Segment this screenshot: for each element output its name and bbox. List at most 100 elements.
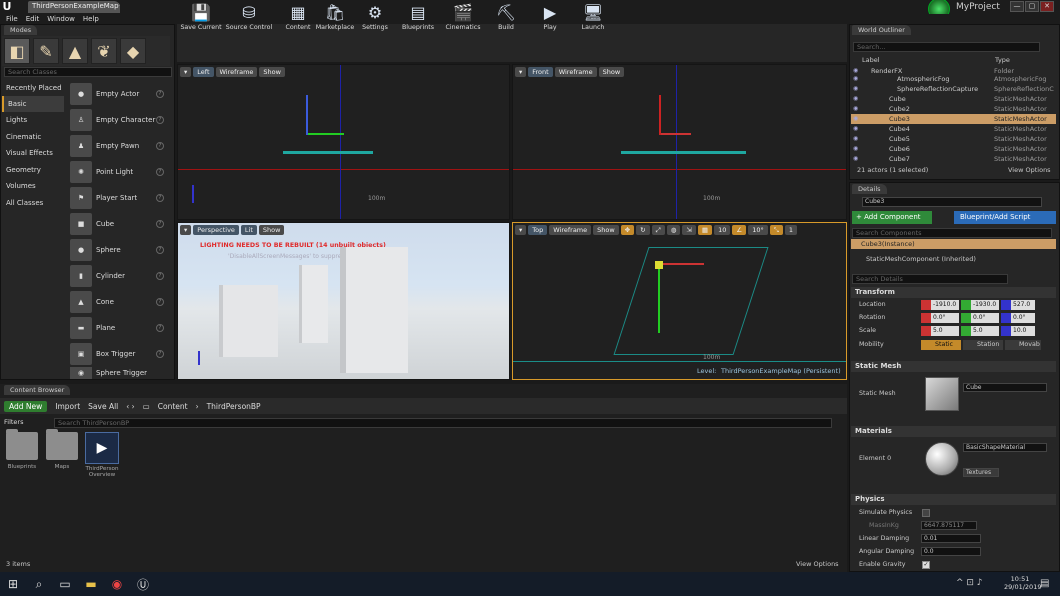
viewport-menu-button[interactable]: ▾ — [515, 67, 527, 77]
world-outliner-tab[interactable]: World Outliner — [852, 25, 911, 35]
cube-mesh[interactable] — [346, 247, 408, 373]
eye-icon[interactable]: ◉ — [853, 74, 858, 84]
lit-button[interactable]: Lit — [240, 225, 257, 235]
place-item[interactable]: ▮ Cylinder? — [66, 263, 170, 289]
angular-damping-field[interactable]: 0.0 — [921, 547, 981, 556]
add-new-button[interactable]: Add New — [4, 400, 48, 412]
viewport-menu-button[interactable]: ▾ — [515, 225, 527, 235]
world-icon[interactable]: ◍ — [666, 225, 681, 235]
minimize-button[interactable]: — — [1010, 1, 1024, 12]
category-recently-placed[interactable]: Recently Placed — [2, 80, 64, 96]
close-button[interactable]: ✕ — [1040, 1, 1054, 12]
place-item[interactable]: ▲ Cone? — [66, 289, 170, 315]
eye-icon[interactable]: ◉ — [853, 144, 858, 154]
eye-icon[interactable]: ◉ — [853, 114, 858, 124]
viewport-left[interactable]: ▾ Left Wireframe Show 100m — [177, 64, 510, 220]
wireframe-button[interactable]: Wireframe — [549, 225, 592, 235]
geometry-mode-icon[interactable]: ◆ — [120, 38, 146, 64]
breadcrumb-thirdpersonbp[interactable]: ThirdPersonBP — [207, 402, 261, 411]
help-icon[interactable]: ? — [156, 272, 164, 280]
menu-file[interactable]: File — [6, 14, 18, 24]
menu-help[interactable]: Help — [83, 14, 99, 24]
blueprints-button[interactable]: ▤ Blueprints — [400, 2, 436, 36]
view-mode-button[interactable]: Perspective — [193, 225, 239, 235]
cube-mesh[interactable] — [302, 265, 328, 343]
outliner-row[interactable]: ◉ Cube StaticMeshActor — [851, 94, 1056, 104]
place-item[interactable]: ♟ Empty Pawn? — [66, 133, 170, 159]
viewport-perspective[interactable]: ▾ Perspective Lit Show LIGHTING NEEDS TO BE… — [177, 222, 510, 380]
translate-tool-icon[interactable]: ✥ — [620, 225, 635, 235]
simulate-physics-checkbox[interactable] — [922, 509, 930, 517]
show-button[interactable]: Show — [259, 67, 285, 77]
scale-tool-icon[interactable]: ⤢ — [651, 225, 665, 235]
materials-section[interactable]: Materials — [851, 426, 1056, 437]
search-classes-input[interactable]: Search Classes — [4, 67, 172, 77]
linear-damping-field[interactable]: 0.01 — [921, 534, 981, 543]
launch-button[interactable]: 🖥 Launch — [580, 2, 606, 36]
location-z[interactable]: 527.0 — [1001, 300, 1035, 310]
play-button[interactable]: ▶ Play — [538, 2, 562, 36]
view-options-button[interactable]: View Options — [796, 560, 839, 568]
scale-z[interactable]: 10.0 — [1001, 326, 1035, 336]
help-icon[interactable]: ? — [156, 116, 164, 124]
outliner-row[interactable]: ◉ Cube7 StaticMeshActor — [851, 154, 1056, 164]
content-browser-tab[interactable]: Content Browser — [4, 385, 71, 395]
import-button[interactable]: Import — [55, 402, 80, 411]
asset-map[interactable]: ▶ ThirdPerson Overview — [84, 432, 120, 478]
scale-snap-icon[interactable]: ⤡ — [769, 225, 783, 235]
enable-gravity-checkbox[interactable]: ✓ — [922, 561, 930, 569]
category-visual-effects[interactable]: Visual Effects — [2, 145, 64, 161]
filters-button[interactable]: Filters — [4, 418, 23, 426]
physics-section[interactable]: Physics — [851, 494, 1056, 505]
static-mesh-dropdown[interactable]: Cube — [963, 383, 1047, 392]
scale-y[interactable]: 5.0 — [961, 326, 999, 336]
scale-x[interactable]: 5.0 — [921, 326, 959, 336]
scale-snap-value[interactable]: 1 — [784, 225, 798, 235]
clock[interactable]: 10:51 29/01/2019 — [1004, 575, 1041, 591]
type-column-header[interactable]: Type — [995, 56, 1010, 64]
view-mode-button[interactable]: Front — [528, 67, 553, 77]
category-all-classes[interactable]: All Classes — [2, 195, 64, 211]
show-button[interactable]: Show — [258, 225, 285, 235]
eye-icon[interactable]: ◉ — [853, 104, 858, 114]
outliner-row[interactable]: ◉ Cube2 StaticMeshActor — [851, 104, 1056, 114]
mobility-movable[interactable]: Movab — [1005, 340, 1041, 350]
grid-snap-icon[interactable]: ▦ — [697, 225, 713, 235]
category-lights[interactable]: Lights — [2, 112, 64, 128]
place-item[interactable]: ● Empty Actor? — [66, 81, 170, 107]
menu-window[interactable]: Window — [47, 14, 75, 24]
label-column-header[interactable]: Label — [862, 56, 880, 64]
material-dropdown[interactable]: BasicShapeMaterial — [963, 443, 1047, 452]
category-volumes[interactable]: Volumes — [2, 178, 64, 194]
content-button[interactable]: ▦ Content — [284, 2, 312, 36]
help-icon[interactable]: ? — [156, 142, 164, 150]
search-assets-input[interactable]: Search ThirdPersonBP — [54, 418, 832, 428]
asset-folder[interactable]: Maps — [44, 429, 80, 470]
show-button[interactable]: Show — [598, 67, 625, 77]
outliner-search-input[interactable]: Search... — [853, 42, 1040, 52]
asset-folder[interactable]: Blueprints — [4, 429, 40, 470]
cinematics-button[interactable]: 🎬 Cinematics — [444, 2, 482, 36]
outliner-row-selected[interactable]: ◉ Cube3 StaticMeshActor — [851, 114, 1056, 124]
help-icon[interactable]: ? — [156, 220, 164, 228]
search-icon[interactable]: ⌕ — [26, 572, 52, 596]
viewport-menu-button[interactable]: ▾ — [180, 225, 192, 235]
rotate-tool-icon[interactable]: ↻ — [636, 225, 650, 235]
paint-mode-icon[interactable]: ✎ — [33, 38, 59, 64]
outliner-row[interactable]: ◉ SphereReflectionCapture SphereReflection… — [851, 84, 1056, 94]
place-item[interactable]: ▣ Box Trigger? — [66, 341, 170, 367]
help-icon[interactable]: ? — [156, 168, 164, 176]
viewport-menu-button[interactable]: ▾ — [180, 67, 192, 77]
rotation-snap-icon[interactable]: ∠ — [732, 225, 747, 235]
settings-button[interactable]: ⚙ Settings — [360, 2, 390, 36]
help-icon[interactable]: ? — [156, 298, 164, 306]
cube-mesh[interactable] — [223, 285, 278, 357]
textures-button[interactable]: Textures — [963, 468, 999, 477]
help-icon[interactable]: ? — [156, 90, 164, 98]
build-button[interactable]: ⛏ Build — [494, 2, 518, 36]
location-x[interactable]: -1910.0 — [921, 300, 959, 310]
show-button[interactable]: Show — [593, 225, 619, 235]
file-explorer-icon[interactable]: ▬ — [78, 572, 104, 596]
component-instance[interactable]: Cube3(Instance) — [851, 239, 1056, 249]
static-mesh-section[interactable]: Static Mesh — [851, 361, 1056, 372]
